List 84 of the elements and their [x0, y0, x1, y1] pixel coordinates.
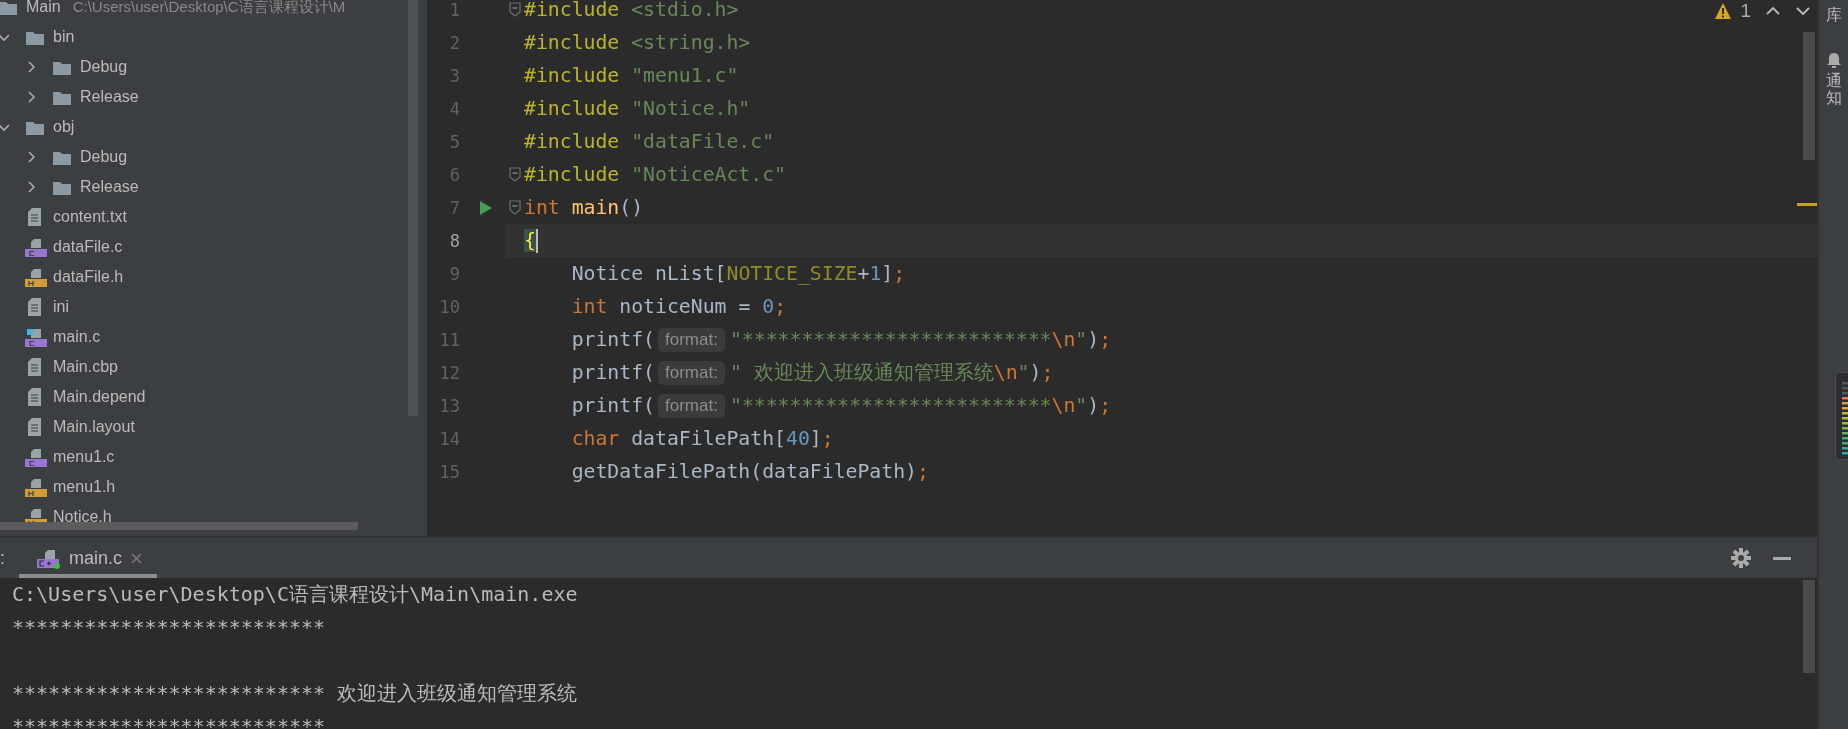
code-text: Notice nList[NOTICE_SIZE+1]; [570, 262, 906, 285]
fold-marker-icon[interactable] [508, 200, 521, 215]
tree-item[interactable]: Main.layout [0, 412, 427, 442]
chevron-icon[interactable] [0, 31, 10, 43]
code-text: #include "Notice.h" [524, 97, 751, 120]
tree-item[interactable]: menu1.c [0, 442, 427, 472]
line-number: 15 [438, 461, 460, 482]
folder-icon [0, 0, 18, 16]
run-icon[interactable] [479, 199, 493, 216]
tree-item[interactable]: main.c [0, 322, 427, 352]
line-number: 13 [438, 395, 460, 416]
console-line: ************************** 欢迎进入班级通知管理系统 [12, 680, 579, 707]
code-text: #include "dataFile.c" [524, 130, 775, 153]
c-file-icon [37, 547, 61, 569]
tree-item[interactable]: menu1.h [0, 472, 427, 502]
line-number: 1 [448, 0, 460, 20]
tree-item[interactable]: ini [0, 292, 427, 322]
tree-item[interactable]: Main.depend [0, 382, 427, 412]
close-icon[interactable] [130, 551, 144, 565]
tree-item[interactable]: obj [0, 112, 427, 142]
tree-item[interactable]: Debug [0, 142, 427, 172]
inlay-hint: format: [658, 393, 725, 418]
tool-window-button[interactable]: 通知 [1825, 51, 1842, 107]
line-number: 12 [438, 362, 460, 383]
inlay-hint: format: [658, 360, 725, 385]
tree-item[interactable]: Main.cbp [0, 352, 427, 382]
chevron-icon[interactable] [25, 61, 37, 73]
line-number: 7 [448, 197, 460, 218]
tree-item[interactable]: dataFile.h [0, 262, 427, 292]
line-number: 2 [448, 32, 460, 53]
code-text: { [524, 229, 536, 252]
text-cursor [535, 228, 538, 253]
tree-item[interactable]: Debug [0, 52, 427, 82]
code-text: printf( [570, 361, 655, 384]
chevron-down-icon[interactable] [1795, 5, 1811, 17]
editor-tab[interactable]: main.c [19, 538, 158, 578]
settings-icon[interactable] [1731, 548, 1751, 568]
console-line: ************************** [12, 614, 327, 641]
line-number: 4 [448, 98, 460, 119]
chevron-icon[interactable] [25, 91, 37, 103]
code-text: char dataFilePath[40]; [570, 427, 834, 450]
code-text: " 欢迎进入班级通知管理系统\n"); [729, 360, 1054, 386]
code-text: printf( [570, 394, 655, 417]
tree-item[interactable]: dataFile.c [0, 232, 427, 262]
fold-marker-icon[interactable] [508, 2, 521, 17]
scrollbar[interactable] [1803, 580, 1815, 673]
code-text: int main() [524, 196, 644, 219]
tree-item[interactable]: bin [0, 22, 427, 52]
run-label: : [0, 547, 5, 569]
code-text: #include <stdio.h> [524, 0, 739, 21]
console-line: C:\Users\user\Desktop\C语言课程设计\Main\main.exe [12, 581, 579, 608]
bell-icon [1825, 51, 1842, 68]
warning-marker[interactable] [1797, 203, 1817, 206]
line-number: 10 [438, 296, 460, 317]
project-name: Main [26, 0, 61, 16]
scrollbar[interactable] [0, 522, 358, 530]
code-text: #include "NoticeAct.c" [524, 163, 786, 186]
line-number: 5 [448, 131, 460, 152]
tree-item[interactable]: Release [0, 82, 427, 112]
line-number: 11 [438, 329, 460, 350]
tree-item[interactable]: Release [0, 172, 427, 202]
chevron-icon[interactable] [25, 151, 37, 163]
code-text: getDataFilePath(dataFilePath); [570, 460, 929, 483]
scrollbar[interactable] [1803, 32, 1815, 160]
console-line: ************************** [12, 713, 327, 729]
line-number: 3 [448, 65, 460, 86]
line-number: 8 [448, 230, 460, 251]
line-number: 9 [448, 263, 460, 284]
inlay-hint: format: [658, 327, 725, 352]
warning-indicator[interactable]: 1 [1714, 0, 1751, 22]
code-text: printf( [570, 328, 655, 351]
code-text: "**************************\n"); [729, 394, 1112, 417]
code-text: #include "menu1.c" [524, 64, 739, 87]
chevron-icon[interactable] [0, 121, 10, 133]
code-text: int noticeNum = 0; [570, 295, 787, 318]
chevron-up-icon[interactable] [1765, 5, 1781, 17]
code-text: #include <string.h> [524, 31, 751, 54]
chevron-icon[interactable] [25, 181, 37, 193]
fold-marker-icon[interactable] [508, 167, 521, 182]
code-text: "**************************\n"); [729, 328, 1112, 351]
line-number: 6 [448, 164, 460, 185]
line-number: 14 [438, 428, 460, 449]
tree-item[interactable]: content.txt [0, 202, 427, 232]
tool-window-button[interactable]: 库 [1825, 6, 1842, 24]
